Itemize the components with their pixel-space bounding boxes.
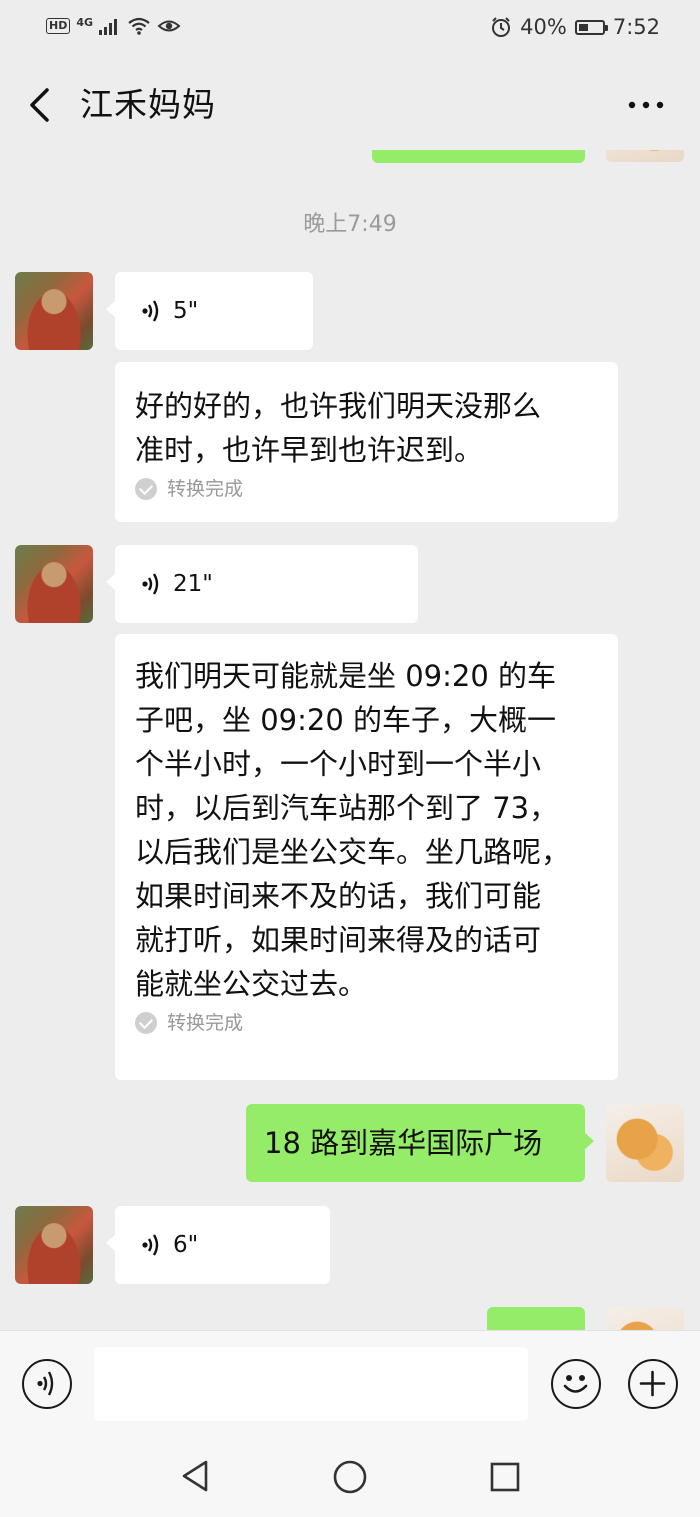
my-text-message[interactable]: 18 路到嘉华国际广场 [246, 1104, 594, 1182]
my-avatar[interactable] [606, 1104, 684, 1182]
emoji-button[interactable] [551, 1359, 601, 1409]
voice-wave-icon [142, 300, 159, 322]
wifi-icon [128, 17, 150, 35]
voice-message[interactable]: 5" [106, 272, 313, 350]
system-nav-bar [0, 1440, 700, 1517]
transcript-line: 我们明天可能就是坐 09:20 的车 [135, 659, 557, 693]
back-button[interactable] [22, 82, 62, 128]
transcript-line: 以后我们是坐公交车。坐几路呢， [135, 835, 571, 869]
transcript-line: 准时，也许早到也许迟到。 [135, 433, 484, 467]
plus-button[interactable] [628, 1359, 678, 1409]
message-text: 18 路到嘉华国际广场 [264, 1126, 543, 1160]
previous-message-bubble[interactable] [372, 150, 585, 163]
battery-icon [574, 19, 608, 35]
my-avatar[interactable] [606, 1307, 684, 1330]
eye-icon [157, 20, 181, 32]
voice-transcript[interactable]: 好的好的，也许我们明天没那么 准时，也许早到也许迟到。 转换完成 [115, 362, 618, 522]
transcript-status: 转换完成 [135, 1010, 598, 1036]
timestamp: 晚上7:49 [303, 212, 397, 237]
voice-message[interactable]: 6" [106, 1206, 330, 1284]
voice-mode-icon [37, 1371, 54, 1396]
chat-area[interactable]: 晚上7:49 5" 好的好的，也许我们明天没那么 准时，也许早到也许迟到。 转换… [0, 150, 700, 1330]
nav-back-icon[interactable] [178, 1458, 212, 1494]
check-circle-icon [135, 1012, 157, 1034]
more-dots-icon [628, 101, 664, 109]
my-avatar[interactable] [606, 150, 684, 162]
emoji-icon [563, 1375, 588, 1393]
transcript-status-label: 转换完成 [167, 1012, 244, 1034]
check-circle-icon [135, 478, 157, 500]
more-button[interactable] [626, 88, 666, 122]
transcript-line: 好的好的，也许我们明天没那么 [135, 389, 542, 423]
alarm-icon [492, 17, 511, 37]
chat-title: 江禾妈妈 [80, 85, 216, 124]
voice-transcript[interactable]: 我们明天可能就是坐 09:20 的车 子吧，坐 09:20 的车子，大概一 个半… [115, 634, 618, 1080]
transcript-status: 转换完成 [135, 476, 598, 502]
status-bar: HD 4G 40% 7:52 [0, 0, 700, 60]
transcript-line: 如果时间来不及的话，我们可能 [135, 879, 542, 913]
chevron-left-icon [30, 88, 49, 122]
transcript-line: 时，以后到汽车站那个到了 73， [135, 791, 559, 825]
hd-badge: HD [46, 18, 71, 34]
transcript-status-label: 转换完成 [167, 478, 244, 500]
contact-avatar[interactable] [15, 272, 93, 350]
transcript-line: 能就坐公交过去。 [135, 967, 368, 1001]
message-input[interactable] [94, 1347, 528, 1421]
voice-wave-icon [142, 1234, 159, 1256]
voice-duration: 6" [173, 1232, 199, 1258]
status-right: 40% 7:52 [490, 15, 660, 39]
voice-mode-button[interactable] [22, 1359, 72, 1409]
clock: 7:52 [612, 15, 660, 39]
battery-percent: 40% [520, 15, 567, 39]
transcript-line: 就打听，如果时间来得及的话可 [135, 923, 542, 957]
network-type: 4G [76, 15, 94, 29]
contact-avatar[interactable] [15, 545, 93, 623]
voice-message[interactable]: 21" [106, 545, 418, 623]
status-left: HD 4G [46, 15, 181, 35]
voice-wave-icon [142, 573, 159, 595]
nav-home-icon[interactable] [332, 1459, 368, 1495]
transcript-line: 子吧，坐 09:20 的车子，大概一 [135, 703, 557, 737]
nav-recents-icon[interactable] [489, 1461, 521, 1493]
transcript-line: 个半小时，一个小时到一个半小 [135, 747, 542, 781]
chat-header: 江禾妈妈 [0, 60, 700, 150]
next-message-bubble[interactable] [487, 1307, 585, 1330]
signal-icon [99, 19, 118, 35]
voice-duration: 21" [173, 571, 213, 597]
contact-avatar[interactable] [15, 1206, 93, 1284]
voice-duration: 5" [173, 298, 199, 324]
plus-icon [639, 1370, 666, 1397]
input-bar [0, 1330, 700, 1441]
